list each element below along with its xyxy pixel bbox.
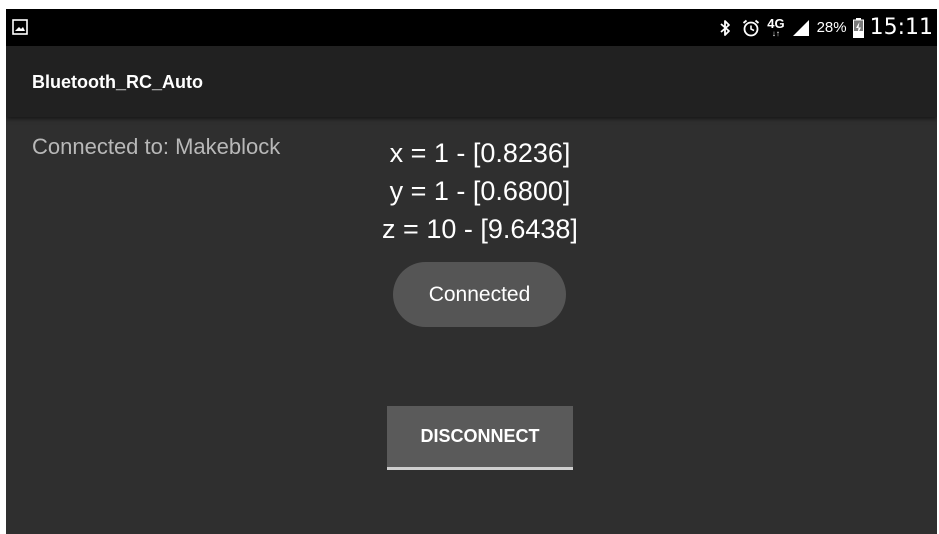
- network-activity-arrows: ↓↑: [771, 29, 780, 38]
- disconnect-button[interactable]: DISCONNECT: [387, 406, 573, 470]
- action-bar: Bluetooth_RC_Auto: [6, 46, 937, 117]
- gallery-notification-icon: [12, 19, 28, 35]
- z-axis-readout: z = 10 - [9.6438]: [382, 214, 578, 244]
- y-axis-readout: y = 1 - [0.6800]: [389, 176, 571, 206]
- app-screen: 4G ↓↑ 28% 15:11 Bluetooth_RC_Auto Connec…: [6, 9, 937, 534]
- status-icons: 4G ↓↑ 28% 15:11: [715, 9, 933, 46]
- status-clock: 15:11: [869, 15, 933, 40]
- battery-charging-icon: [852, 17, 864, 38]
- signal-strength-icon: [791, 18, 811, 38]
- app-title: Bluetooth_RC_Auto: [32, 72, 203, 92]
- connected-device-label: Connected to: Makeblock: [32, 134, 281, 159]
- bluetooth-icon: [715, 18, 735, 38]
- x-axis-readout: x = 1 - [0.8236]: [389, 138, 571, 168]
- battery-percent: 28%: [816, 19, 847, 36]
- alarm-icon: [741, 18, 761, 38]
- connection-status-pill: Connected: [393, 262, 566, 327]
- status-bar: 4G ↓↑ 28% 15:11: [6, 9, 937, 46]
- network-type-indicator: 4G ↓↑: [767, 17, 784, 38]
